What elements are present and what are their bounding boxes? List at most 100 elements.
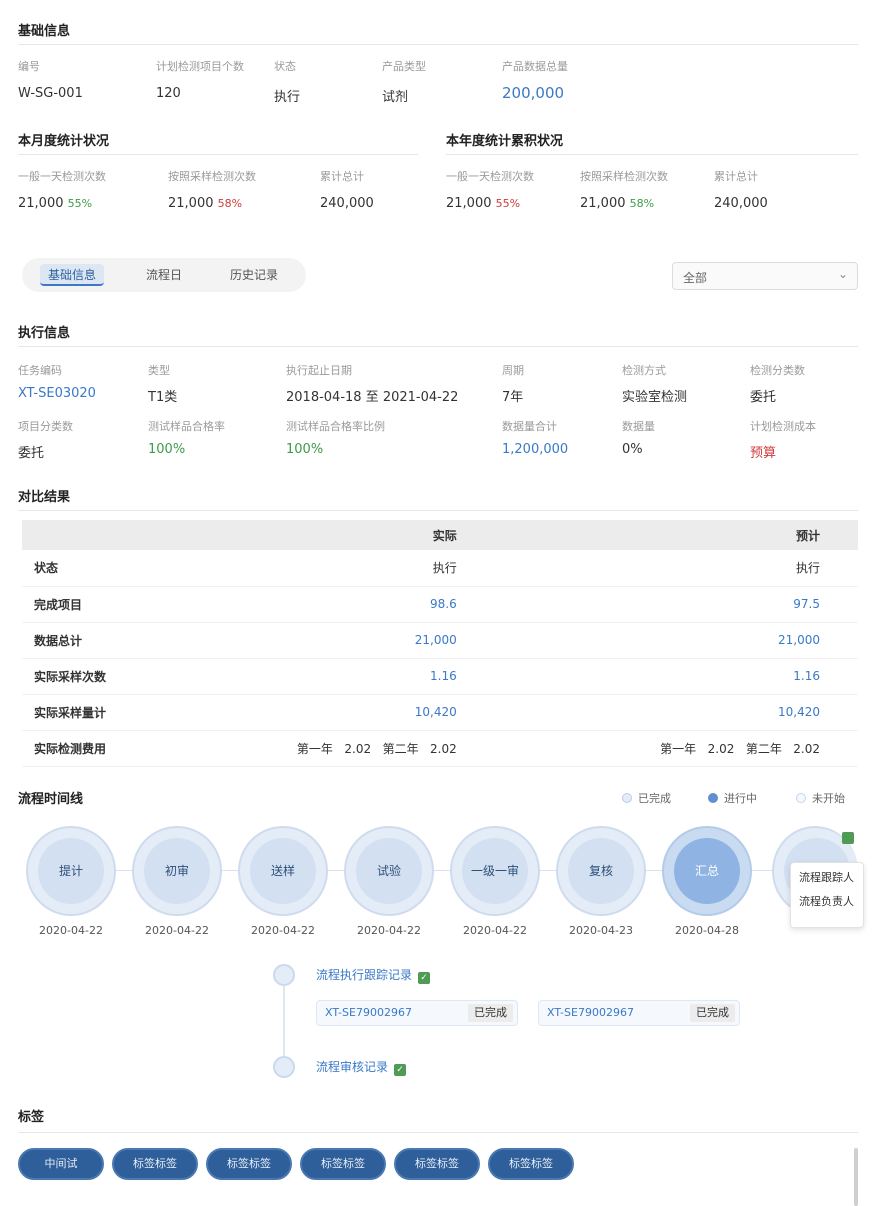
tag-pill[interactable]: 标签标签 — [394, 1148, 480, 1180]
field-label: 产品数据总量 — [502, 60, 568, 73]
cell-actual-split: 第一年 2.02 第二年 2.02 — [201, 730, 495, 767]
stat-value: 21,000 58% — [580, 196, 655, 211]
stat-label: 按照采样检测次数 — [168, 170, 256, 183]
flow-title: 流程时间线 — [18, 792, 84, 807]
cell-expected[interactable]: 21,000 — [494, 622, 858, 659]
total-link[interactable]: 200,000 — [502, 84, 564, 102]
node-date: 2020-04-22 — [145, 924, 209, 937]
detail-label: 执行起止日期 — [286, 364, 352, 377]
field-label: 状态 — [274, 60, 296, 73]
compare-table: 实际 预计 状态 执行 执行 完成项目 98.6 97.5 数据总计 21,00… — [22, 520, 858, 767]
cell-actual[interactable]: 10,420 — [201, 694, 495, 731]
cell-actual[interactable]: 1.16 — [201, 658, 495, 695]
flow-node[interactable]: 试验 — [344, 826, 434, 916]
tag-pill[interactable]: 标签标签 — [300, 1148, 386, 1180]
check-icon: ✓ — [418, 972, 431, 984]
basic-title: 基础信息 — [18, 24, 71, 39]
row-name: 实际采样次数 — [22, 658, 202, 695]
detail-label: 计划检测成本 — [750, 420, 816, 433]
table-row: 完成项目 98.6 97.5 — [22, 586, 858, 623]
flow-node[interactable]: 送样 — [238, 826, 328, 916]
detail-label: 数据量合计 — [502, 420, 557, 433]
chevron-down-icon: ⌄ — [837, 267, 848, 281]
table-row: 状态 执行 执行 — [22, 550, 858, 587]
node-date: 2020-04-22 — [463, 924, 527, 937]
tab-flow[interactable]: 流程日 — [132, 264, 196, 286]
node-label: 一级一审 — [462, 838, 528, 904]
legend-pending: 未开始 — [796, 790, 845, 806]
chip-code: XT-SE79002967 — [547, 1006, 634, 1019]
node-label: 试验 — [356, 838, 422, 904]
tab-basic-info[interactable]: 基础信息 — [40, 264, 104, 286]
stat-value: 240,000 — [320, 196, 374, 211]
select-value: 全部 — [683, 271, 708, 285]
divider — [18, 1132, 858, 1133]
cell-actual[interactable]: 98.6 — [201, 586, 495, 623]
table-row: 数据总计 21,000 21,000 — [22, 622, 858, 659]
tag-pill[interactable]: 中间试 — [18, 1148, 104, 1180]
flow-node-current[interactable]: 汇总 — [662, 826, 752, 916]
row-name: 数据总计 — [22, 622, 202, 659]
detail-value: 7年 — [502, 390, 524, 405]
monthly-stats-title: 本月度统计状况 — [18, 134, 110, 149]
timeline-dot — [273, 964, 295, 986]
tab-bar: 基础信息 流程日 历史记录 — [22, 258, 306, 292]
table-header: 实际 — [201, 520, 495, 550]
node-date: 2020-04-22 — [39, 924, 103, 937]
timeline-dot — [273, 1056, 295, 1078]
cell-expected[interactable]: 97.5 — [494, 586, 858, 623]
detail-value: 100% — [286, 442, 324, 457]
detail-label: 测试样品合格率比例 — [286, 420, 385, 433]
stat-delta-up: 58% — [629, 197, 655, 210]
node-date: 2020-04-28 — [675, 924, 739, 937]
cell-actual[interactable]: 21,000 — [201, 622, 495, 659]
tooltip-line: 流程负责人 — [799, 895, 854, 908]
flow-node[interactable]: 提计 — [26, 826, 116, 916]
node-label: 提计 — [38, 838, 104, 904]
tag-pill[interactable]: 标签标签 — [488, 1148, 574, 1180]
timeline-item-title[interactable]: 流程审核记录 ✓ — [316, 1058, 407, 1076]
legend-done: 已完成 — [622, 790, 671, 806]
timeline-item-title[interactable]: 流程执行跟踪记录 ✓ — [316, 966, 431, 984]
status-value: 执行 — [274, 90, 301, 105]
record-chip[interactable]: XT-SE79002967 已完成 — [538, 1000, 740, 1026]
detail-label: 任务编码 — [18, 364, 62, 377]
flow-node[interactable]: 初审 — [132, 826, 222, 916]
tag-pill[interactable]: 标签标签 — [112, 1148, 198, 1180]
data-total-link[interactable]: 1,200,000 — [502, 442, 568, 457]
field-value: 试剂 — [382, 90, 409, 105]
field-value: W-SG-001 — [18, 86, 83, 101]
cell-expected[interactable]: 1.16 — [494, 658, 858, 695]
cell-expected[interactable]: 10,420 — [494, 694, 858, 731]
detail-label: 检测方式 — [622, 364, 666, 377]
detail-label: 测试样品合格率 — [148, 420, 225, 433]
tab-history[interactable]: 历史记录 — [216, 264, 292, 286]
tags-title: 标签 — [18, 1110, 45, 1125]
flow-node[interactable]: 一级一审 — [450, 826, 540, 916]
divider — [18, 346, 858, 347]
filter-select[interactable]: 全部 ⌄ — [672, 262, 858, 290]
detail-label: 检测分类数 — [750, 364, 805, 377]
table-header: 预计 — [494, 520, 858, 550]
table-row: 实际检测费用 第一年 2.02 第二年 2.02 第一年 2.02 第二年 2.… — [22, 730, 858, 767]
detail-label: 类型 — [148, 364, 170, 377]
table-row: 实际采样量计 10,420 10,420 — [22, 694, 858, 731]
legend-swatch — [622, 793, 632, 803]
legend-in-progress: 进行中 — [708, 790, 757, 806]
stat-label: 按照采样检测次数 — [580, 170, 668, 183]
detail-value: 100% — [148, 442, 186, 457]
divider — [446, 154, 858, 155]
task-code-link[interactable]: XT-SE03020 — [18, 386, 96, 401]
detail-label: 周期 — [502, 364, 524, 377]
detail-label: 项目分类数 — [18, 420, 73, 433]
stat-label: 累计总计 — [320, 170, 364, 183]
tag-pill[interactable]: 标签标签 — [206, 1148, 292, 1180]
record-chip[interactable]: XT-SE79002967 已完成 — [316, 1000, 518, 1026]
stat-delta-up: 55% — [67, 197, 93, 210]
table-header — [22, 520, 202, 550]
scrollbar[interactable] — [854, 1148, 858, 1206]
row-name: 实际检测费用 — [22, 730, 202, 767]
tooltip-line: 流程跟踪人 — [799, 871, 854, 884]
compare-title: 对比结果 — [18, 490, 71, 505]
flow-node[interactable]: 复核 — [556, 826, 646, 916]
